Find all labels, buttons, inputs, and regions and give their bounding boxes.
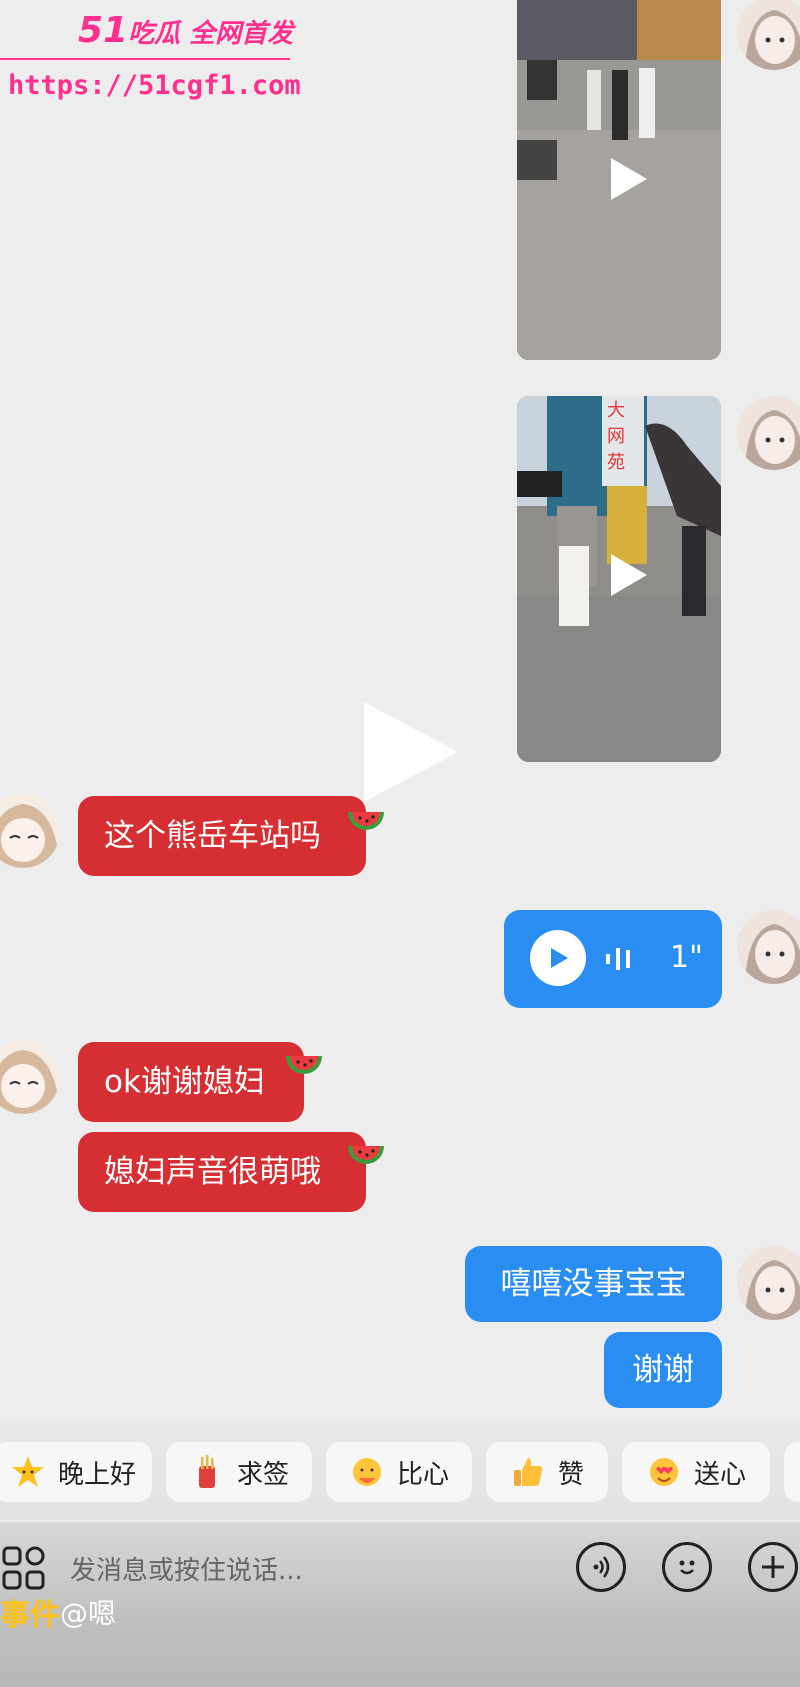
received-message[interactable]: ok谢谢媳妇 [78, 1042, 304, 1122]
plus-icon [762, 1556, 784, 1578]
watermelon-icon [348, 812, 384, 830]
quick-reply-label: 比心 [396, 1459, 449, 1490]
heart-face-icon [649, 1458, 678, 1486]
watermark-divider [0, 58, 290, 60]
voice-icon [593, 1556, 610, 1578]
sent-message[interactable]: 嘻嘻没事宝宝 [465, 1246, 722, 1322]
quick-reply-chip[interactable]: 送心 [622, 1442, 770, 1502]
star-face-icon [11, 1456, 44, 1487]
received-message[interactable]: 这个熊岳车站吗 [78, 796, 366, 876]
receiver-avatar[interactable] [0, 794, 60, 868]
quick-reply-label: 赞 [557, 1459, 584, 1490]
message-text: 这个熊岳车站吗 [104, 817, 321, 854]
voice-input-button[interactable] [576, 1542, 626, 1592]
voice-wave-icon [606, 948, 630, 970]
emoji-button[interactable] [662, 1542, 712, 1592]
play-icon[interactable] [360, 702, 460, 802]
sender-avatar[interactable] [737, 910, 800, 984]
svg-text:苑: 苑 [607, 452, 625, 473]
received-message[interactable]: 媳妇声音很萌哦 [78, 1132, 366, 1212]
watermelon-icon [348, 1146, 384, 1164]
receiver-avatar[interactable] [0, 1040, 60, 1114]
quick-reply-chip[interactable]: 晚上好 [0, 1442, 152, 1502]
message-text: 谢谢 [632, 1351, 694, 1388]
event-tag: 事件 [0, 1598, 60, 1633]
voice-message[interactable]: 1" [504, 910, 722, 1008]
watermark-url: https://51cgf1.com [8, 70, 301, 101]
video-thumbnail-2[interactable]: 大 网 苑 [517, 396, 721, 762]
watermelon-icon [286, 1056, 322, 1074]
apps-grid-icon[interactable] [2, 1546, 46, 1590]
sender-avatar[interactable] [737, 1246, 800, 1320]
watermark-brand: 51吃瓜 全网首发 [78, 10, 293, 51]
sender-avatar[interactable] [737, 396, 800, 470]
svg-text:网: 网 [607, 426, 625, 447]
quick-reply-chip[interactable]: 比心 [326, 1442, 472, 1502]
message-text: 媳妇声音很萌哦 [104, 1153, 321, 1190]
mention-text: @嗯 [60, 1597, 117, 1630]
video-thumbnail-1[interactable] [517, 0, 721, 360]
play-icon [611, 158, 647, 200]
voice-duration: 1" [670, 940, 703, 975]
message-text: ok谢谢媳妇 [104, 1063, 265, 1100]
quick-reply-chip-overflow[interactable] [784, 1442, 800, 1502]
fortune-tube-icon [198, 1455, 215, 1488]
heart-hands-icon [352, 1458, 381, 1486]
play-icon [551, 948, 568, 968]
watermark-text: 吃瓜 全网首发 [128, 19, 294, 49]
quick-reply-label: 晚上好 [57, 1459, 136, 1490]
message-input[interactable]: 发消息或按住说话... [70, 1550, 303, 1587]
quick-reply-label: 送心 [693, 1459, 746, 1490]
message-text: 嘻嘻没事宝宝 [500, 1265, 687, 1302]
sender-avatar[interactable] [737, 0, 800, 70]
quick-reply-label: 求签 [236, 1459, 289, 1490]
quick-reply-chip[interactable]: 赞 [486, 1442, 608, 1502]
watermark-number: 51 [78, 10, 129, 51]
voice-play-button[interactable] [530, 930, 586, 986]
quick-reply-chip[interactable]: 求签 [166, 1442, 312, 1502]
more-button[interactable] [748, 1542, 798, 1592]
sent-message[interactable]: 谢谢 [604, 1332, 722, 1408]
thumbs-up-icon [513, 1458, 543, 1486]
emoji-icon [679, 1560, 695, 1575]
play-icon [611, 554, 647, 596]
media-sign-text: 大 [607, 400, 625, 421]
